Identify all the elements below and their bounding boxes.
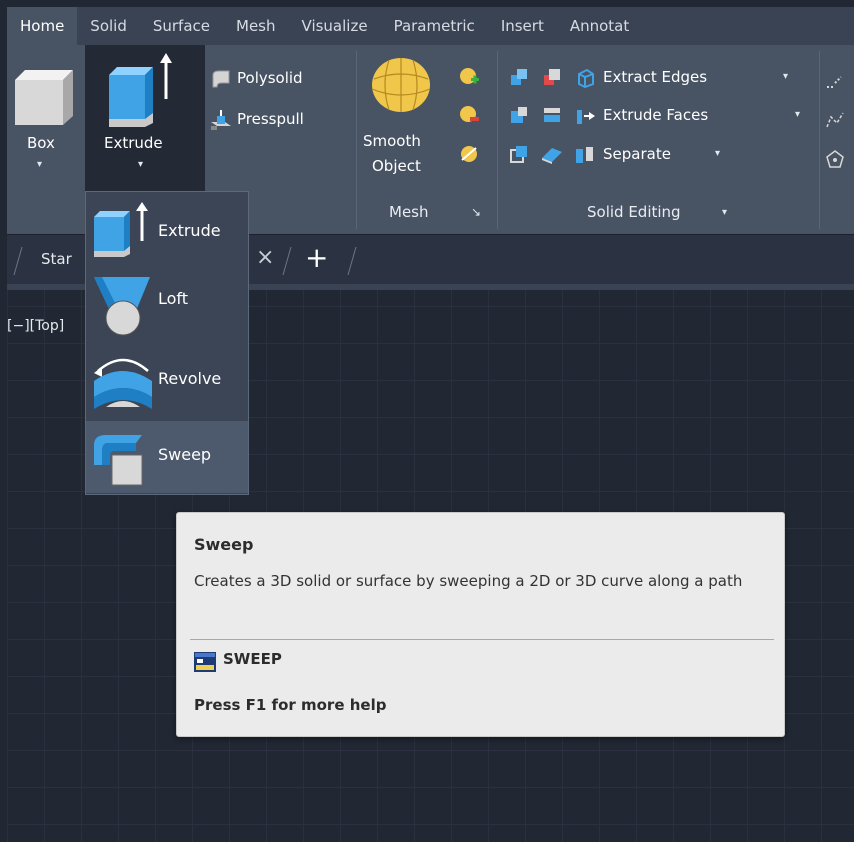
tooltip-help-text: Press F1 for more help — [194, 696, 387, 714]
tab-divider — [347, 247, 357, 275]
polysolid-button[interactable]: Polysolid — [207, 67, 347, 93]
menu-item-label: Revolve — [158, 369, 222, 388]
extrude-faces-label: Extrude Faces — [603, 106, 709, 124]
mesh-remove-crease-icon[interactable] — [459, 105, 479, 125]
menu-item-label: Sweep — [158, 445, 212, 464]
slice-icon[interactable] — [542, 105, 562, 125]
separate-label: Separate — [603, 145, 671, 163]
box-icon — [15, 70, 73, 125]
extrude-faces-icon — [577, 110, 595, 124]
smooth-object-label-line2: Object — [372, 157, 421, 175]
mesh-panel-launcher[interactable]: ↘ — [471, 205, 481, 219]
tooltip-description: Creates a 3D solid or surface by sweepin… — [194, 572, 743, 590]
tab-surface[interactable]: Surface — [140, 7, 223, 45]
polysolid-icon — [212, 70, 230, 88]
ribbon-separator — [356, 51, 357, 229]
extrude-button[interactable]: Extrude ▾ — [85, 45, 205, 191]
start-tab[interactable]: Star — [41, 250, 72, 268]
mesh-panel-title: Mesh — [389, 203, 429, 221]
subtract-icon[interactable] — [509, 105, 529, 125]
tooltip-command-name: SWEEP — [223, 650, 282, 668]
union-icon[interactable] — [509, 67, 529, 87]
tab-annotate[interactable]: Annotat — [557, 7, 642, 45]
sweep-icon — [94, 435, 143, 486]
sweep-command-icon — [194, 652, 216, 672]
presspull-button[interactable]: Presspull — [207, 107, 347, 133]
box-label: Box — [27, 134, 55, 152]
menu-item-sweep[interactable]: Sweep — [86, 421, 248, 493]
extract-edges-caret[interactable]: ▾ — [783, 71, 788, 82]
extrude-dropdown-caret[interactable]: ▾ — [138, 159, 143, 170]
box-dropdown-caret[interactable]: ▾ — [37, 159, 42, 170]
separate-icon — [576, 147, 593, 163]
sweep-tooltip: Sweep Creates a 3D solid or surface by s… — [176, 512, 785, 737]
extrude-icon — [109, 53, 172, 127]
close-tab-icon[interactable]: × — [256, 245, 274, 270]
menu-item-label: Loft — [158, 289, 189, 308]
tab-home[interactable]: Home — [7, 7, 78, 45]
polysolid-label: Polysolid — [237, 69, 303, 87]
extract-edges-icon — [578, 68, 594, 88]
tab-insert[interactable]: Insert — [488, 7, 557, 45]
box-button[interactable]: Box ▾ — [7, 45, 83, 191]
extrude-faces-button[interactable]: Extrude Faces ▾ — [573, 103, 809, 129]
extrude-icon — [94, 202, 148, 257]
tooltip-divider — [190, 639, 774, 640]
solid-editing-panel-title[interactable]: Solid Editing — [587, 203, 681, 221]
mesh-refine-icon[interactable] — [459, 144, 479, 164]
tab-mesh[interactable]: Mesh — [223, 7, 289, 45]
interfere-icon[interactable] — [542, 67, 562, 87]
revolve-icon — [94, 358, 152, 409]
smooth-object-label-line1: Smooth — [363, 132, 421, 150]
tab-divider — [282, 247, 292, 275]
menu-item-extrude[interactable]: Extrude — [86, 193, 248, 265]
gizmo-icon[interactable] — [825, 149, 845, 169]
separate-button[interactable]: Separate ▾ — [573, 142, 809, 168]
tab-solid[interactable]: Solid — [77, 7, 140, 45]
culling-icon[interactable] — [825, 111, 845, 131]
tab-divider — [13, 247, 23, 275]
section-plane-icon[interactable] — [825, 73, 845, 93]
tab-parametric[interactable]: Parametric — [381, 7, 488, 45]
mesh-add-crease-icon[interactable] — [459, 67, 479, 87]
extrude-label: Extrude — [104, 134, 163, 152]
new-tab-button[interactable]: + — [305, 241, 328, 274]
ribbon-separator — [819, 51, 820, 229]
extract-edges-label: Extract Edges — [603, 68, 708, 86]
solid-editing-panel-caret[interactable]: ▾ — [722, 207, 727, 218]
separate-caret[interactable]: ▾ — [715, 148, 720, 159]
presspull-label: Presspull — [237, 110, 304, 128]
extrude-faces-caret[interactable]: ▾ — [795, 109, 800, 120]
menu-item-label: Extrude — [158, 221, 221, 240]
smooth-object-icon — [371, 58, 431, 112]
menu-item-revolve[interactable]: Revolve — [86, 345, 248, 417]
intersect-icon[interactable] — [509, 144, 529, 164]
menu-item-loft[interactable]: Loft — [86, 269, 248, 341]
extract-edges-button[interactable]: Extract Edges ▾ — [573, 65, 809, 91]
tab-visualize[interactable]: Visualize — [289, 7, 381, 45]
ribbon-separator — [497, 51, 498, 229]
ribbon-tab-bar: Home Solid Surface Mesh Visualize Parame… — [7, 7, 854, 45]
viewport-controls-label[interactable]: [−][Top] — [7, 318, 64, 334]
smooth-object-button[interactable]: Smooth Object — [359, 45, 451, 191]
thicken-icon[interactable] — [542, 144, 562, 164]
loft-icon — [94, 277, 150, 336]
extrude-dropdown-menu: Extrude Loft Revolve Sweep — [85, 191, 249, 495]
tooltip-title: Sweep — [194, 535, 254, 554]
presspull-icon — [211, 110, 231, 130]
